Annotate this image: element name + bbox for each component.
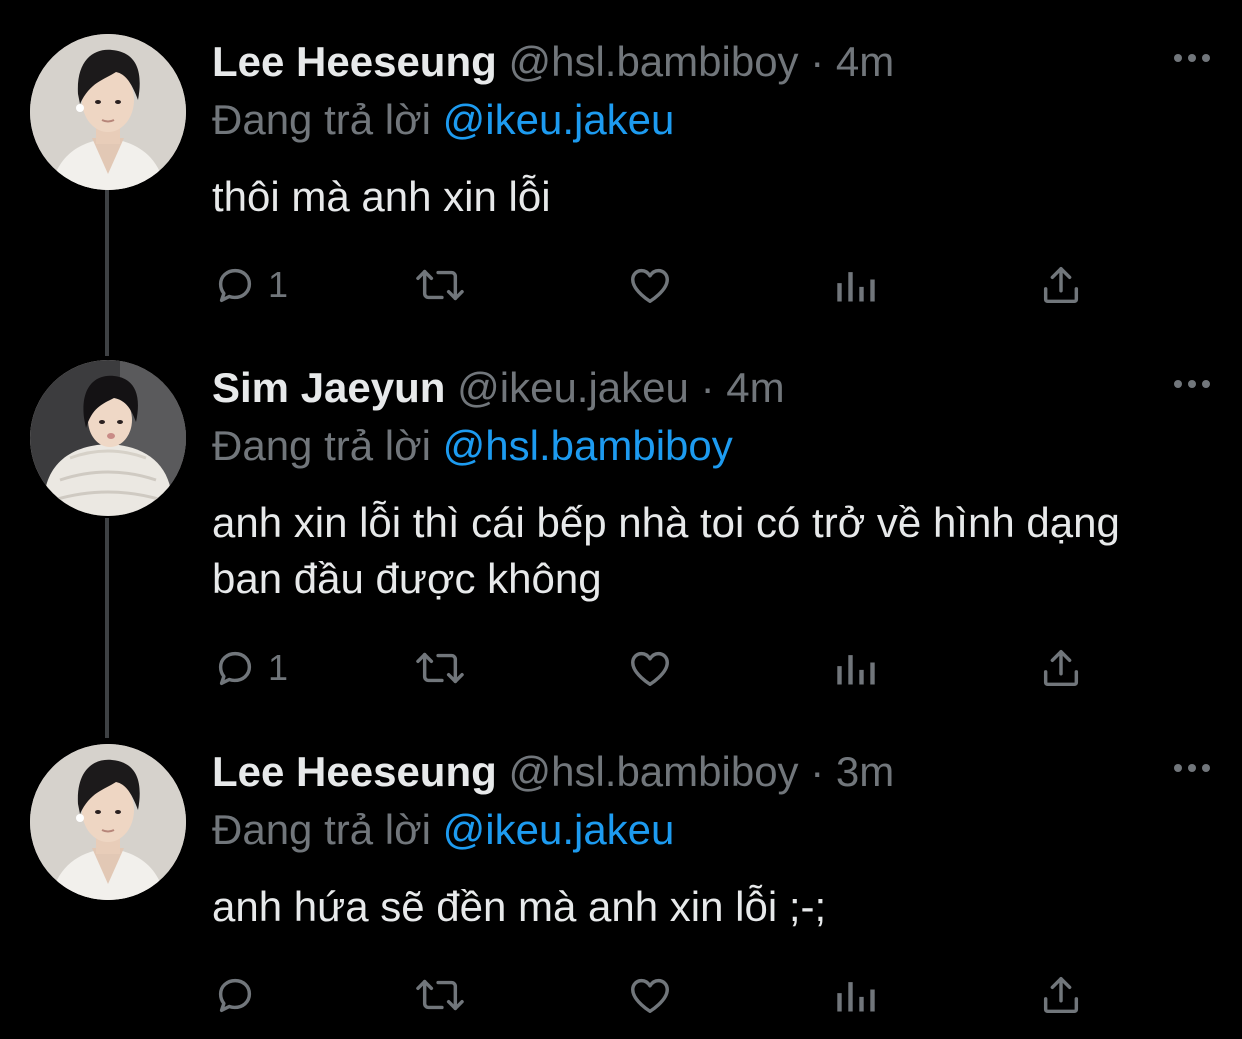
user-handle[interactable]: @ikeu.jakeu — [457, 364, 689, 411]
reply-button[interactable] — [212, 970, 268, 1020]
display-name[interactable]: Lee Heeseung — [212, 748, 497, 795]
tweet-text: anh hứa sẽ đền mà anh xin lỗi ;-; — [212, 883, 827, 930]
display-name[interactable]: Sim Jaeyun — [212, 364, 445, 411]
heart-icon — [631, 978, 669, 1014]
reply-count: 1 — [268, 647, 289, 688]
user-handle[interactable]: @hsl.bambiboy — [508, 748, 798, 795]
bar-chart-icon — [837, 982, 875, 1012]
like-button[interactable] — [626, 643, 674, 693]
replying-to-line: Đang trả lời @ikeu.jakeu — [212, 804, 674, 856]
heart-icon — [631, 651, 669, 687]
reply-button[interactable]: 1 — [212, 643, 288, 693]
tweet[interactable]: Sim Jaeyun @ikeu.jakeu · 4m Đang trả lời… — [0, 360, 1242, 720]
timestamp[interactable]: 4m — [836, 38, 894, 85]
retweet-arrows-icon — [416, 979, 464, 1011]
tweet-text: thôi mà anh xin lỗi — [212, 173, 551, 220]
more-options-button[interactable] — [1172, 48, 1212, 68]
share-button[interactable] — [1038, 260, 1084, 310]
tweet[interactable]: Lee Heeseung @hsl.bambiboy · 4m Đang trả… — [0, 34, 1242, 334]
retweet-arrows-icon — [416, 652, 464, 684]
ellipsis-icon — [1174, 764, 1210, 772]
action-bar: 1 — [212, 260, 1092, 310]
more-options-button[interactable] — [1172, 374, 1212, 394]
mention-link[interactable]: @hsl.bambiboy — [443, 422, 733, 469]
display-name[interactable]: Lee Heeseung — [212, 38, 497, 85]
speech-bubble-icon — [218, 651, 252, 686]
retweet-arrows-icon — [416, 269, 464, 301]
user-handle[interactable]: @hsl.bambiboy — [508, 38, 798, 85]
tweet-text: anh xin lỗi thì cái bếp nhà toi có trở v… — [212, 499, 1120, 602]
bar-chart-icon — [837, 272, 875, 302]
ellipsis-icon — [1174, 54, 1210, 62]
ellipsis-icon — [1174, 380, 1210, 388]
reply-count: 1 — [268, 264, 289, 305]
analytics-button[interactable] — [834, 260, 878, 310]
speech-bubble-icon — [218, 978, 252, 1013]
like-button[interactable] — [626, 260, 674, 310]
tweet-header: Sim Jaeyun @ikeu.jakeu · 4m — [212, 362, 785, 414]
tweet-header: Lee Heeseung @hsl.bambiboy · 3m — [212, 746, 894, 798]
like-button[interactable] — [626, 970, 674, 1020]
tweet[interactable]: Lee Heeseung @hsl.bambiboy · 3m Đang trả… — [0, 744, 1242, 1034]
upload-arrow-icon — [1043, 976, 1079, 1014]
avatar[interactable] — [30, 744, 186, 900]
retweet-button[interactable] — [412, 260, 468, 310]
retweet-button[interactable] — [412, 970, 468, 1020]
share-button[interactable] — [1038, 643, 1084, 693]
avatar[interactable] — [30, 34, 186, 190]
replying-label: Đang trả lời — [212, 96, 431, 143]
timestamp[interactable]: 4m — [726, 364, 784, 411]
upload-arrow-icon — [1043, 649, 1079, 687]
analytics-button[interactable] — [834, 970, 878, 1020]
more-options-button[interactable] — [1172, 758, 1212, 778]
avatar[interactable] — [30, 360, 186, 516]
mention-link[interactable]: @ikeu.jakeu — [443, 806, 675, 853]
speech-bubble-icon — [218, 268, 252, 303]
analytics-button[interactable] — [834, 643, 878, 693]
replying-label: Đang trả lời — [212, 806, 431, 853]
replying-to-line: Đang trả lời @hsl.bambiboy — [212, 420, 733, 472]
tweet-header: Lee Heeseung @hsl.bambiboy · 4m — [212, 36, 894, 88]
bar-chart-icon — [837, 655, 875, 685]
retweet-button[interactable] — [412, 643, 468, 693]
separator-dot: · — [810, 748, 825, 795]
mention-link[interactable]: @ikeu.jakeu — [443, 96, 675, 143]
upload-arrow-icon — [1043, 266, 1079, 304]
heart-icon — [631, 268, 669, 304]
separator-dot: · — [700, 364, 715, 411]
replying-label: Đang trả lời — [212, 422, 431, 469]
timestamp[interactable]: 3m — [836, 748, 894, 795]
replying-to-line: Đang trả lời @ikeu.jakeu — [212, 94, 674, 146]
reply-button[interactable]: 1 — [212, 260, 288, 310]
action-bar: 1 — [212, 643, 1092, 693]
action-bar — [212, 970, 1092, 1020]
share-button[interactable] — [1038, 970, 1084, 1020]
separator-dot: · — [810, 38, 825, 85]
